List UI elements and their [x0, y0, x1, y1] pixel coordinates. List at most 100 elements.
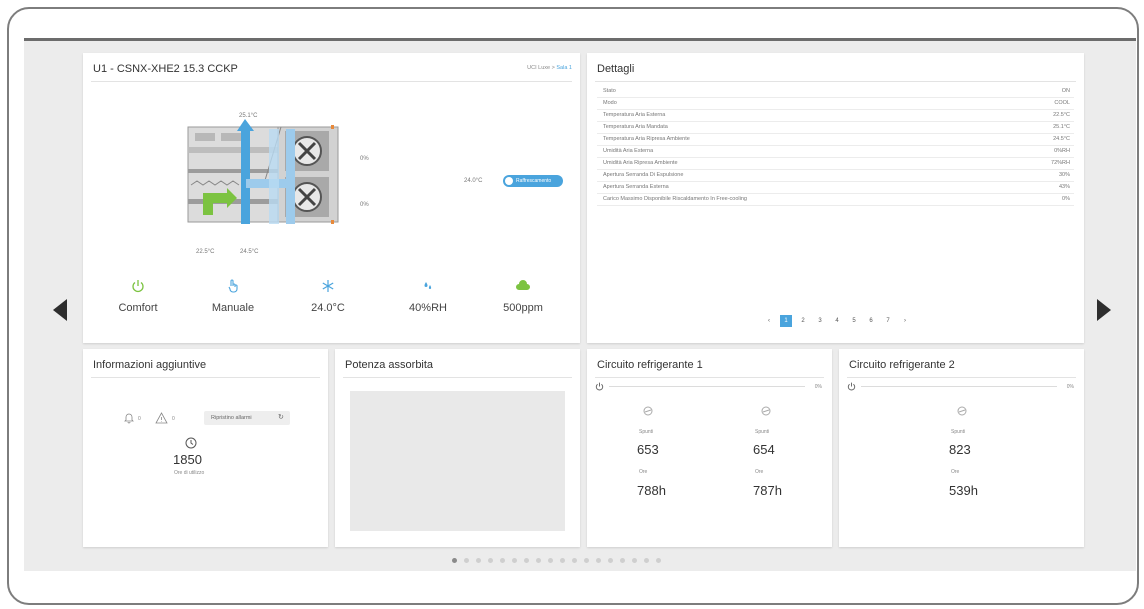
air-handler-diagram — [187, 119, 339, 224]
pagination-button[interactable]: 4 — [831, 315, 843, 327]
breadcrumb-site[interactable]: UCI Luxe — [527, 65, 550, 71]
details-row-value: 24.5°C — [1053, 136, 1070, 142]
carousel-dot[interactable] — [596, 558, 601, 563]
details-row-value: 0% — [1062, 196, 1070, 202]
mode-toggle[interactable]: Raffrescamento — [503, 175, 563, 187]
power-title: Potenza assorbita — [345, 359, 434, 371]
compressor-icon — [957, 406, 967, 416]
breadcrumb[interactable]: UCI Luxe > Sala 1 — [527, 65, 572, 71]
carousel-dot[interactable] — [584, 558, 589, 563]
details-row-value: 43% — [1058, 184, 1070, 190]
stat-manual[interactable]: Manuale — [193, 279, 273, 314]
previous-page-arrow-icon[interactable] — [53, 299, 67, 321]
setpoint-temp: 24.0°C — [464, 178, 483, 184]
breadcrumb-room[interactable]: Sala 1 — [556, 65, 572, 71]
carousel-dot[interactable] — [524, 558, 529, 563]
pagination-button[interactable]: 2 — [797, 315, 809, 327]
info-title: Informazioni aggiuntive — [93, 359, 207, 371]
stat-co2[interactable]: 500ppm — [483, 279, 563, 314]
details-row-key: Temperatura Aria Mandata — [603, 124, 668, 130]
stat-setpoint-label: 24.0°C — [311, 302, 345, 314]
circuit1-percent: 0% — [814, 384, 822, 390]
outdoor-temp: 22.5°C — [196, 249, 215, 255]
pagination-button[interactable]: 7 — [882, 315, 894, 327]
mode-toggle-knob — [505, 177, 513, 185]
carousel-dot[interactable] — [572, 558, 577, 563]
next-page-arrow-icon[interactable] — [1097, 299, 1111, 321]
power-icon — [132, 280, 144, 293]
circuit2-card: Circuito refrigerante 2 0% Spunti 823 Or… — [839, 349, 1084, 547]
carousel-dot[interactable] — [512, 558, 517, 563]
details-row-key: Umidità Aria Ripresa Ambiente — [603, 160, 678, 166]
compressor-icon — [761, 406, 771, 416]
unit-title: U1 - CSNX-XHE2 15.3 CCKP — [93, 63, 238, 75]
details-row-key: Apertura Serranda Di Espulsione — [603, 172, 684, 178]
details-row-value: COOL — [1054, 100, 1070, 106]
snowflake-icon — [322, 280, 334, 292]
carousel-dot[interactable] — [536, 558, 541, 563]
circuit1-c1-starts-label: Spunti — [639, 429, 654, 435]
carousel-dot[interactable] — [560, 558, 565, 563]
carousel-dot[interactable] — [632, 558, 637, 563]
carousel-dot[interactable] — [452, 558, 457, 563]
reset-alarms-label: Ripristino allarmi — [211, 415, 252, 421]
warning-count: 0 — [172, 416, 175, 422]
carousel-dot[interactable] — [464, 558, 469, 563]
circuit1-c1-starts: 653 — [637, 442, 659, 457]
hand-pointer-icon — [228, 279, 238, 293]
carousel-dot[interactable] — [476, 558, 481, 563]
pagination-button[interactable]: 3 — [814, 315, 826, 327]
stat-comfort[interactable]: Comfort — [98, 279, 178, 314]
hours-label: Ore di utilizzo — [174, 470, 205, 476]
bell-icon[interactable] — [123, 412, 135, 424]
return-temp: 24.5°C — [240, 249, 259, 255]
details-row-value: 0%RH — [1054, 148, 1070, 154]
stat-setpoint[interactable]: 24.0°C — [288, 279, 368, 314]
circuit2-power-icon — [847, 382, 856, 391]
stat-humidity[interactable]: 40%RH — [388, 279, 468, 314]
mode-toggle-label: Raffrescamento — [516, 178, 552, 184]
pagination-button[interactable]: ‹ — [763, 315, 775, 327]
circuit2-title-divider — [847, 377, 1076, 378]
pagination-button[interactable]: 1 — [780, 315, 792, 327]
carousel-dot[interactable] — [548, 558, 553, 563]
circuit2-c1-starts-label: Spunti — [951, 429, 966, 435]
circuit2-percent: 0% — [1066, 384, 1074, 390]
compressor-icon — [643, 406, 653, 416]
carousel-dot[interactable] — [644, 558, 649, 563]
unit-title-divider — [91, 81, 572, 82]
carousel-dot[interactable] — [608, 558, 613, 563]
carousel-dot[interactable] — [500, 558, 505, 563]
info-title-divider — [91, 377, 320, 378]
circuit1-c2-starts-label: Spunti — [755, 429, 770, 435]
circuit1-c1-hours-label: Ore — [639, 469, 648, 475]
details-row-key: Carico Massimo Disponibile Riscaldamento… — [603, 196, 747, 202]
damper-bottom-percent: 0% — [360, 202, 369, 208]
details-row-value: 30% — [1058, 172, 1070, 178]
details-row-key: Temperatura Aria Esterna — [603, 112, 666, 118]
circuit2-c1-hours: 539h — [949, 483, 978, 498]
details-row-value: 22.5°C — [1053, 112, 1070, 118]
details-row-key: Stato — [603, 88, 616, 94]
details-row-key: Modo — [603, 100, 617, 106]
clock-icon — [185, 437, 197, 449]
droplets-icon — [424, 282, 432, 289]
carousel-dot[interactable] — [656, 558, 661, 563]
circuit1-c1-hours: 788h — [637, 483, 666, 498]
pagination-button[interactable]: › — [899, 315, 911, 327]
pagination-button[interactable]: 6 — [865, 315, 877, 327]
reset-icon: ↻ — [278, 414, 284, 421]
pagination-button[interactable]: 5 — [848, 315, 860, 327]
reset-alarms-button[interactable]: Ripristino allarmi ↻ — [204, 411, 290, 425]
bell-count: 0 — [138, 416, 141, 422]
carousel-dot[interactable] — [488, 558, 493, 563]
circuit1-title: Circuito refrigerante 1 — [597, 359, 703, 371]
circuit1-progress-track — [609, 386, 805, 387]
details-row-key: Apertura Serranda Esterna — [603, 184, 669, 190]
circuit2-c1-hours-label: Ore — [951, 469, 960, 475]
stat-comfort-label: Comfort — [118, 302, 158, 314]
carousel-dot[interactable] — [620, 558, 625, 563]
warning-icon[interactable] — [155, 412, 168, 424]
circuit2-progress-track — [861, 386, 1057, 387]
circuit1-c2-starts: 654 — [753, 442, 775, 457]
